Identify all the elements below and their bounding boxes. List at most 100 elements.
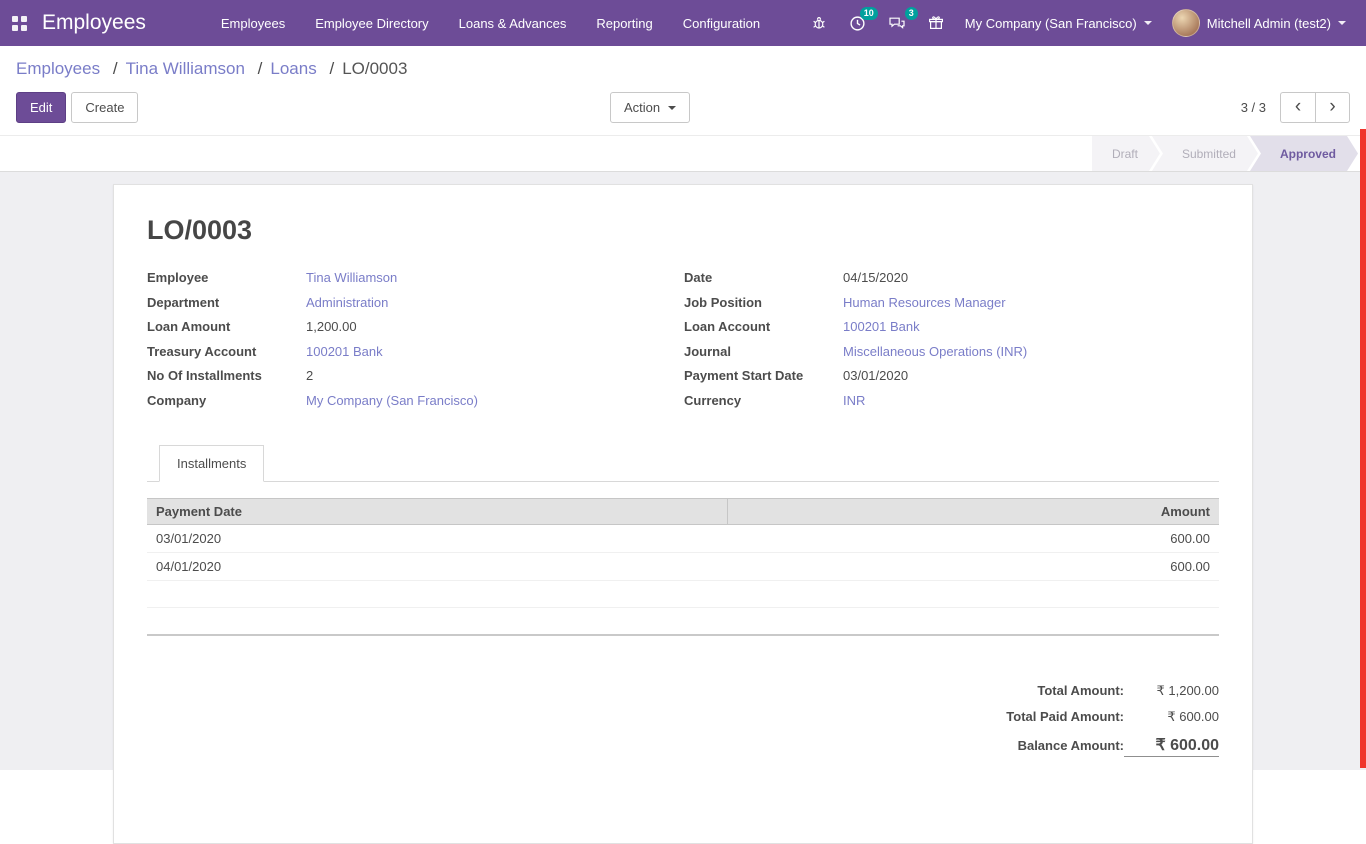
total-amount-label: Total Amount: (1037, 683, 1124, 698)
breadcrumb-item-employee: Tina Williamson (105, 59, 245, 78)
user-menu[interactable]: Mitchell Admin (test2) (1162, 0, 1356, 46)
top-navbar: Employees Employees Employee Directory L… (0, 0, 1366, 46)
breadcrumb-link[interactable]: Tina Williamson (126, 59, 245, 78)
field-label: No Of Installments (147, 368, 306, 383)
action-dropdown-button[interactable]: Action (610, 92, 690, 123)
whats-new-button[interactable] (917, 0, 955, 46)
field-label: Department (147, 295, 306, 310)
field-value-link[interactable]: My Company (San Francisco) (306, 393, 478, 408)
menu-item-reporting[interactable]: Reporting (581, 0, 667, 46)
user-name: Mitchell Admin (test2) (1207, 16, 1331, 31)
menu-item-loans-advances[interactable]: Loans & Advances (444, 0, 582, 46)
chevron-down-icon (1338, 21, 1346, 25)
form-view-background: LO/0003 Employee Tina Williamson Departm… (0, 172, 1366, 770)
pager-buttons (1280, 92, 1350, 123)
field-value-link[interactable]: Human Resources Manager (843, 295, 1006, 310)
navbar-systray: 10 3 My Company (San Francisco) Mitchell… (800, 0, 1366, 46)
balance-amount-row: Balance Amount: ₹ 600.00 (909, 730, 1219, 762)
control-panel: Edit Create Action 3 / 3 (0, 83, 1366, 135)
company-switcher[interactable]: My Company (San Francisco) (955, 0, 1162, 46)
field-treasury-account: Treasury Account 100201 Bank (147, 344, 682, 369)
breadcrumb-link[interactable]: Loans (270, 59, 316, 78)
field-value-link[interactable]: 100201 Bank (843, 319, 920, 334)
breadcrumb-link[interactable]: Employees (16, 59, 100, 78)
totals-footer: Total Amount: ₹ 1,200.00 Total Paid Amou… (909, 678, 1219, 762)
pager-counter: 3 / 3 (1241, 100, 1266, 115)
action-label: Action (624, 99, 660, 116)
field-value-link[interactable]: INR (843, 393, 865, 408)
notebook-tabs: Installments (147, 445, 1219, 482)
empty-row (147, 608, 1219, 635)
tab-installments[interactable]: Installments (159, 445, 264, 482)
breadcrumb-item-current: LO/0003 (321, 59, 407, 78)
table-header-row: Payment Date Amount (147, 499, 1219, 525)
messages-button[interactable]: 3 (877, 0, 917, 46)
field-column-left: Employee Tina Williamson Department Admi… (147, 270, 682, 417)
activities-button[interactable]: 10 (838, 0, 877, 46)
column-header-amount[interactable]: Amount (727, 499, 1219, 525)
field-label: Employee (147, 270, 306, 285)
field-value: 2 (306, 368, 313, 383)
statusbar: Draft Submitted Approved (0, 135, 1366, 172)
total-amount-row: Total Amount: ₹ 1,200.00 (909, 678, 1219, 704)
table-row[interactable]: 04/01/2020 600.00 (147, 553, 1219, 581)
empty-row (147, 581, 1219, 608)
field-label: Date (684, 270, 843, 285)
cell-amount: 600.00 (727, 525, 1219, 553)
create-button[interactable]: Create (71, 92, 138, 123)
edit-button[interactable]: Edit (16, 92, 66, 123)
table-row[interactable]: 03/01/2020 600.00 (147, 525, 1219, 553)
field-journal: Journal Miscellaneous Operations (INR) (684, 344, 1219, 369)
field-employee: Employee Tina Williamson (147, 270, 682, 295)
column-header-payment-date[interactable]: Payment Date (147, 499, 727, 525)
installments-table: Payment Date Amount 03/01/2020 600.00 04… (147, 498, 1219, 636)
apps-menu-button[interactable] (0, 0, 38, 46)
breadcrumb: Employees Tina Williamson Loans LO/0003 (0, 46, 1366, 83)
apps-grid-icon (12, 16, 27, 31)
menu-item-configuration[interactable]: Configuration (668, 0, 775, 46)
field-job-position: Job Position Human Resources Manager (684, 295, 1219, 320)
field-label: Payment Start Date (684, 368, 843, 383)
chevron-down-icon (1144, 21, 1152, 25)
menu-item-employee-directory[interactable]: Employee Directory (300, 0, 443, 46)
field-no-of-installments: No Of Installments 2 (147, 368, 682, 393)
gift-icon (928, 15, 944, 31)
field-loan-account: Loan Account 100201 Bank (684, 319, 1219, 344)
field-value-link[interactable]: Tina Williamson (306, 270, 397, 285)
user-avatar (1172, 9, 1200, 37)
field-loan-amount: Loan Amount 1,200.00 (147, 319, 682, 344)
field-value-link[interactable]: Administration (306, 295, 388, 310)
debug-button[interactable] (800, 0, 838, 46)
field-date: Date 04/15/2020 (684, 270, 1219, 295)
record-title: LO/0003 (147, 215, 1219, 246)
field-label: Company (147, 393, 306, 408)
field-value-link[interactable]: 100201 Bank (306, 344, 383, 359)
chevron-down-icon (668, 106, 676, 110)
menu-item-employees[interactable]: Employees (206, 0, 300, 46)
pager-previous-button[interactable] (1280, 92, 1315, 123)
field-value-link[interactable]: Miscellaneous Operations (INR) (843, 344, 1027, 359)
pager-next-button[interactable] (1315, 92, 1350, 123)
status-step-submitted[interactable]: Submitted (1152, 136, 1258, 171)
cell-amount: 600.00 (727, 553, 1219, 581)
cell-payment-date: 04/01/2020 (147, 553, 727, 581)
app-title[interactable]: Employees (42, 11, 146, 35)
field-label: Job Position (684, 295, 843, 310)
status-step-approved[interactable]: Approved (1250, 136, 1358, 171)
field-value: 1,200.00 (306, 319, 357, 334)
breadcrumb-item-employees: Employees (16, 59, 100, 78)
chevron-left-icon (1295, 97, 1301, 116)
total-paid-amount-row: Total Paid Amount: ₹ 600.00 (909, 704, 1219, 730)
total-paid-amount-label: Total Paid Amount: (1006, 709, 1124, 724)
form-sheet: LO/0003 Employee Tina Williamson Departm… (113, 184, 1253, 844)
field-payment-start-date: Payment Start Date 03/01/2020 (684, 368, 1219, 393)
activity-count-badge: 10 (860, 7, 878, 20)
field-label: Treasury Account (147, 344, 306, 359)
chevron-right-icon (1329, 97, 1335, 116)
scrollbar[interactable] (1360, 129, 1366, 768)
field-department: Department Administration (147, 295, 682, 320)
field-value: 04/15/2020 (843, 270, 908, 285)
pager: 3 / 3 (1241, 92, 1350, 123)
status-step-draft[interactable]: Draft (1092, 136, 1160, 171)
bug-icon (811, 15, 827, 31)
